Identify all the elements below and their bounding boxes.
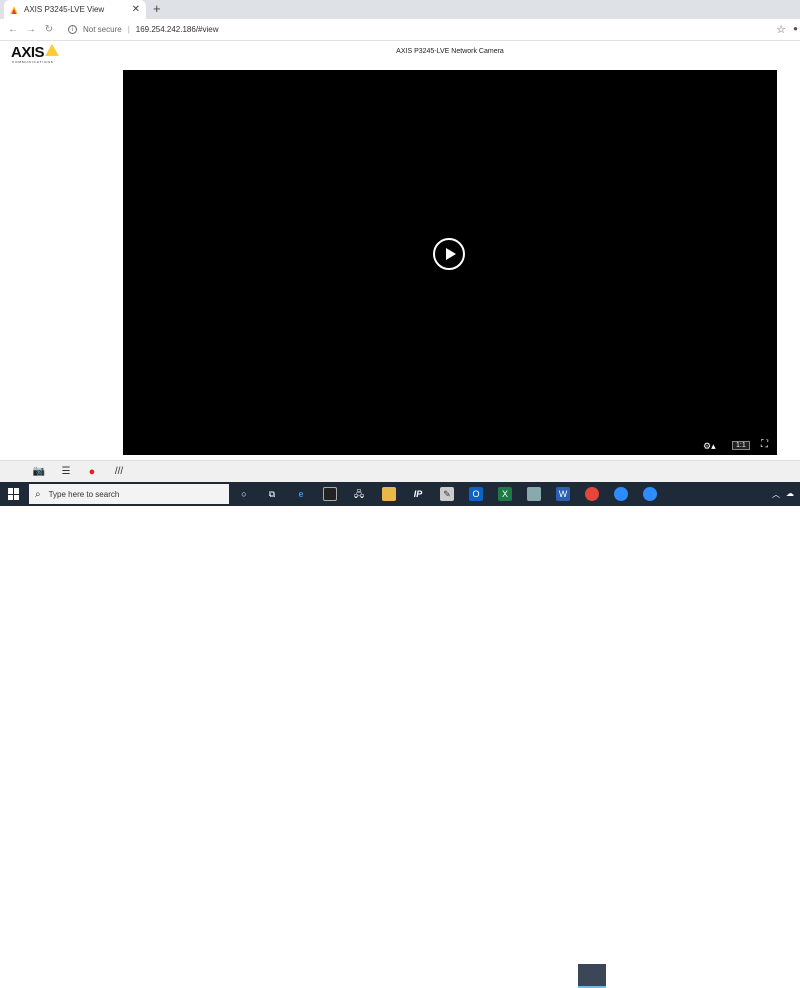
fullscreen-icon[interactable]: ⛶ [761, 439, 768, 450]
security-label[interactable]: Not secure [83, 25, 122, 34]
taskbar-search-input[interactable]: ⌕ Type here to search [29, 484, 229, 504]
ip-app-icon[interactable]: IP [411, 487, 425, 501]
tab-title: AXIS P3245-LVE View [24, 5, 105, 14]
record-icon[interactable]: ● [81, 464, 103, 480]
chrome-icon[interactable] [585, 487, 599, 501]
edge-icon[interactable]: e [294, 487, 308, 501]
new-tab-button[interactable]: + [153, 1, 161, 16]
terminal-icon[interactable] [323, 487, 337, 501]
browser-tab[interactable]: AXIS P3245-LVE View ✕ [4, 0, 146, 19]
network-icon[interactable]: 🖧 [352, 487, 366, 501]
file-explorer-icon[interactable] [382, 487, 396, 501]
tray-chevron-icon[interactable]: ︿ [772, 489, 780, 500]
stream-profile-icon[interactable]: ☰ [55, 464, 77, 480]
system-tray: ︿ ☁ [772, 489, 794, 500]
forward-arrow-icon[interactable]: → [22, 24, 40, 35]
video-viewport[interactable]: ⚙▴ 1:1 ⛶ [123, 70, 777, 455]
info-icon[interactable]: i [68, 25, 77, 34]
bookmark-star-icon[interactable]: ☆ [776, 23, 786, 36]
back-arrow-icon[interactable]: ← [4, 24, 22, 35]
search-placeholder: Type here to search [48, 489, 120, 499]
app-icon[interactable]: ✎ [440, 487, 454, 501]
excel-icon[interactable]: X [498, 487, 512, 501]
axis-favicon-icon [10, 5, 18, 14]
task-view-icon[interactable]: ⧉ [265, 487, 279, 501]
browser-tab-strip: AXIS P3245-LVE View ✕ + [0, 0, 800, 19]
browser-menu-icon[interactable]: ● [793, 24, 798, 33]
snapshot-camera-icon[interactable]: 📷 [28, 464, 50, 480]
windows-start-icon[interactable] [8, 488, 20, 500]
video-control-bar: 📷 ☰ ● /// [0, 460, 800, 482]
outlook-icon[interactable]: O [469, 487, 483, 501]
app-icon-2[interactable] [527, 487, 541, 501]
active-app-highlight [578, 964, 606, 988]
cortana-icon[interactable]: ○ [237, 487, 251, 501]
aspect-ratio-button[interactable]: 1:1 [732, 441, 750, 450]
zoom-icon[interactable] [614, 487, 628, 501]
reload-icon[interactable]: ↻ [40, 24, 58, 35]
browser-toolbar: ← → ↻ i Not secure | 169.254.242.186/#vi… [0, 19, 800, 41]
url-separator: | [127, 25, 130, 34]
page-title: AXIS P3245-LVE Network Camera [396, 48, 504, 55]
tab-close-icon[interactable]: ✕ [132, 4, 140, 15]
cloud-icon[interactable]: ☁ [786, 489, 794, 500]
stream-settings-icon[interactable]: ⚙▴ [703, 441, 716, 452]
word-icon[interactable]: W [556, 487, 570, 501]
search-icon: ⌕ [35, 488, 41, 500]
pip-icon[interactable]: /// [108, 464, 130, 480]
play-icon[interactable] [433, 238, 465, 270]
address-bar[interactable]: 169.254.242.186/#view [136, 25, 219, 34]
zoom-icon-2[interactable] [643, 487, 657, 501]
logo-subtext: COMMUNICATIONS [12, 60, 54, 64]
windows-taskbar: ⌕ Type here to search ○ ⧉ e 🖧 IP ✎ O X W… [0, 482, 800, 988]
